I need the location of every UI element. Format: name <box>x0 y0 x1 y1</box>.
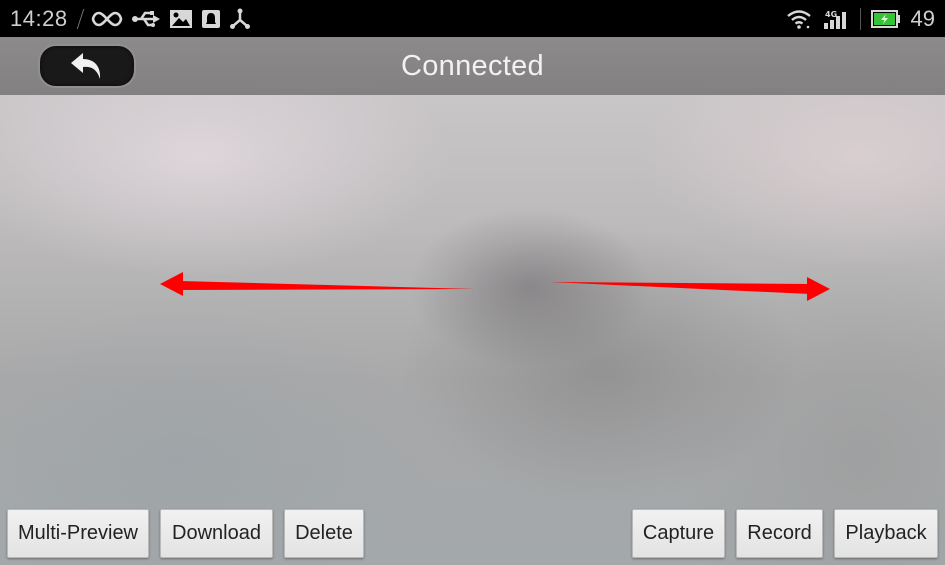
share-icon <box>229 8 251 30</box>
record-button[interactable]: Record <box>736 509 823 558</box>
status-left: 14:28 <box>0 6 251 32</box>
camera-preview <box>0 37 945 565</box>
status-right: 4G 49 <box>786 0 935 37</box>
delete-button[interactable]: Delete <box>284 509 364 558</box>
battery-charging-icon <box>870 9 901 28</box>
status-separator <box>76 8 84 29</box>
infinity-icon <box>91 10 123 28</box>
title-bar: Connected <box>0 37 945 95</box>
battery-percent: 49 <box>910 5 935 31</box>
4g-signal-icon: 4G <box>822 8 850 30</box>
svg-text:4G: 4G <box>825 10 837 19</box>
playback-button[interactable]: Playback <box>834 509 938 558</box>
wifi-icon <box>786 9 812 29</box>
multi-preview-button[interactable]: Multi-Preview <box>7 509 149 558</box>
download-button[interactable]: Download <box>160 509 273 558</box>
usb-icon <box>131 10 161 28</box>
back-arrow-icon <box>69 51 105 81</box>
back-button[interactable] <box>38 44 136 88</box>
page-title: Connected <box>401 49 544 82</box>
clock: 14:28 <box>10 5 68 31</box>
status-divider <box>859 7 861 30</box>
status-bar: 14:28 4G 49 <box>0 0 945 37</box>
image-icon <box>169 9 193 29</box>
capture-button[interactable]: Capture <box>632 509 725 558</box>
notification-icon <box>201 9 221 29</box>
